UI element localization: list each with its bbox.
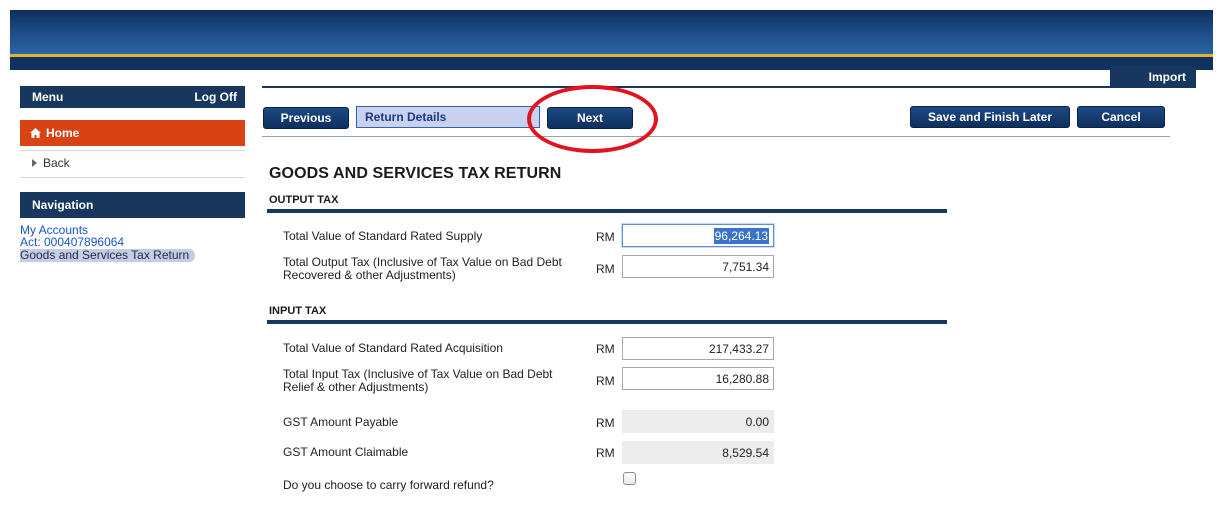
import-tab[interactable]: Import bbox=[1110, 66, 1196, 88]
sidebar: Menu Log Off Home Back Navigation My Acc… bbox=[20, 86, 245, 262]
input-tax-bar bbox=[267, 320, 947, 324]
currency-label: RM bbox=[596, 342, 615, 356]
return-details-step[interactable]: Return Details bbox=[356, 106, 540, 128]
currency-label: RM bbox=[596, 262, 615, 276]
field-value: 96,264.13 bbox=[713, 227, 769, 244]
toolbar-top-line bbox=[262, 86, 1196, 88]
field-label: Total Input Tax (Inclusive of Tax Value … bbox=[283, 367, 553, 394]
menu-header: Menu Log Off bbox=[20, 86, 245, 108]
output-tax-heading: OUTPUT TAX bbox=[269, 194, 339, 206]
field-label: GST Amount Claimable bbox=[283, 445, 409, 459]
home-label: Home bbox=[46, 126, 80, 140]
field-value: 0.00 bbox=[745, 414, 769, 429]
currency-label: RM bbox=[596, 230, 615, 244]
header-dark-stripe bbox=[10, 57, 1213, 70]
total-input-tax-input[interactable]: 16,280.88 bbox=[622, 367, 774, 390]
field-label: Total Value of Standard Rated Supply bbox=[283, 229, 483, 243]
sidebar-item-home[interactable]: Home bbox=[20, 120, 245, 146]
field-label: GST Amount Payable bbox=[283, 415, 399, 429]
field-value: 8,529.54 bbox=[722, 445, 769, 460]
currency-label: RM bbox=[596, 416, 615, 430]
input-tax-heading: INPUT TAX bbox=[269, 305, 327, 317]
currency-label: RM bbox=[596, 446, 615, 460]
toolbar-divider bbox=[262, 136, 1170, 137]
gst-amount-payable-value: 0.00 bbox=[622, 410, 774, 433]
navigation-header: Navigation bbox=[20, 192, 245, 218]
current-page-link[interactable]: Goods and Services Tax Return bbox=[20, 249, 196, 262]
navigation-links: My Accounts Act: 000407896064 Goods and … bbox=[20, 224, 245, 262]
header-banner bbox=[10, 10, 1213, 54]
home-icon bbox=[30, 128, 41, 138]
previous-button[interactable]: Previous bbox=[263, 107, 349, 129]
annotation-circle bbox=[527, 85, 658, 153]
save-and-finish-later-button[interactable]: Save and Finish Later bbox=[910, 106, 1070, 128]
standard-rated-supply-input[interactable]: 96,264.13 bbox=[622, 224, 774, 247]
field-value: 7,751.34 bbox=[722, 259, 769, 274]
carry-forward-label: Do you choose to carry forward refund? bbox=[283, 478, 494, 492]
output-tax-bar bbox=[267, 209, 947, 213]
page-title: GOODS AND SERVICES TAX RETURN bbox=[269, 165, 562, 182]
divider bbox=[20, 177, 245, 178]
standard-rated-acquisition-input[interactable]: 217,433.27 bbox=[622, 337, 774, 360]
currency-label: RM bbox=[596, 374, 615, 388]
menu-label: Menu bbox=[32, 90, 64, 104]
field-label: Total Value of Standard Rated Acquisitio… bbox=[283, 341, 503, 355]
carry-forward-checkbox[interactable] bbox=[623, 472, 636, 485]
cancel-button[interactable]: Cancel bbox=[1077, 106, 1165, 128]
logoff-link[interactable]: Log Off bbox=[194, 90, 237, 104]
field-value: 16,280.88 bbox=[715, 371, 769, 386]
back-label: Back bbox=[43, 156, 70, 170]
field-value: 217,433.27 bbox=[708, 341, 769, 356]
field-label: Total Output Tax (Inclusive of Tax Value… bbox=[283, 255, 562, 282]
triangle-right-icon bbox=[32, 159, 37, 167]
total-output-tax-input[interactable]: 7,751.34 bbox=[622, 255, 774, 278]
gst-amount-claimable-value: 8,529.54 bbox=[622, 441, 774, 464]
sidebar-item-back[interactable]: Back bbox=[20, 151, 245, 175]
account-link[interactable]: Act: 000407896064 bbox=[20, 236, 245, 248]
